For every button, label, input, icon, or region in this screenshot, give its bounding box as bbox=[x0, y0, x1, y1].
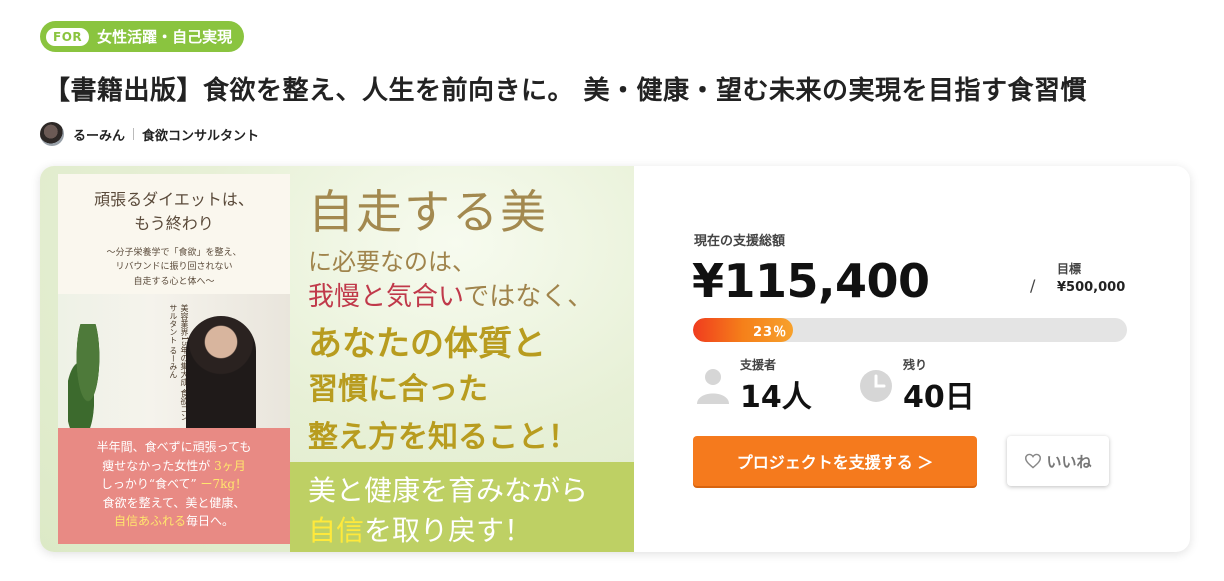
author-info[interactable]: るーみん 食欲コンサルタント bbox=[40, 121, 259, 147]
hero-text-part: を取り戻す！ bbox=[364, 514, 533, 547]
book-title: 頑張るダイエットは、 もう終わり bbox=[58, 188, 290, 236]
pink-highlight: 自信あふれる bbox=[113, 514, 186, 529]
author-divider bbox=[133, 128, 135, 140]
funding-panel: 現在の支援総額 ¥115,400 / 目標 ¥500,000 23％ 支援者 1… bbox=[634, 166, 1190, 552]
like-label: いいね bbox=[1046, 453, 1092, 471]
progress-bar: 23％ bbox=[693, 318, 1127, 342]
pink-text-part: 毎日へ。 bbox=[186, 514, 235, 529]
book-cover: 頑張るダイエットは、 もう終わり 〜分子栄養学で「食欲」を整え、 リバウンドに振… bbox=[58, 174, 290, 544]
like-button[interactable]: いいね bbox=[1007, 436, 1109, 486]
book-subtitle-line: 自走する心と体へ〜 bbox=[133, 276, 215, 287]
book-pink-band: 半年間、食べずに頑張っても 痩せなかった女性が 3ヶ月 しっかり“食べて” ー7… bbox=[58, 428, 290, 544]
goal-label: 目標 bbox=[1057, 262, 1082, 276]
plant-image bbox=[68, 324, 108, 434]
goal-value: ¥500,000 bbox=[1057, 280, 1126, 295]
pink-text-part: 痩せなかった女性が bbox=[102, 458, 211, 473]
book-title-line: 頑張るダイエットは、 bbox=[94, 190, 254, 209]
remaining-value: 40日 bbox=[903, 380, 975, 415]
book-vertical-text: 美容業界15年の集大成 食欲コンサルタント るーみん bbox=[168, 304, 189, 421]
book-title-line: もう終わり bbox=[134, 214, 214, 233]
for-badge: FOR bbox=[46, 27, 90, 46]
project-card: 頑張るダイエットは、 もう終わり 〜分子栄養学で「食欲」を整え、 リバウンドに振… bbox=[40, 166, 1190, 552]
hero-line: 美と健康を育みながら bbox=[308, 474, 589, 507]
hero-headline: 自走する美 bbox=[308, 185, 548, 239]
hero-line: あなたの体質と bbox=[308, 324, 546, 364]
supporters-value: 14人 bbox=[740, 380, 812, 415]
clock-icon bbox=[860, 370, 892, 402]
book-pink-text: 半年間、食べずに頑張っても 痩せなかった女性が 3ヶ月 しっかり“食べて” ー7… bbox=[64, 438, 284, 531]
author-name[interactable]: るーみん bbox=[73, 125, 125, 144]
category-label: 女性活躍・自己実現 bbox=[97, 28, 233, 46]
total-label: 現在の支援総額 bbox=[694, 234, 786, 249]
pink-line: 半年間、食べずに頑張っても bbox=[96, 440, 252, 454]
hero-image: 頑張るダイエットは、 もう終わり 〜分子栄養学で「食欲」を整え、 リバウンドに振… bbox=[40, 166, 634, 552]
pink-text-part: しっかり“食べて” bbox=[100, 477, 197, 492]
hero-highlight: 自信 bbox=[308, 514, 365, 547]
pink-highlight: ー7kg！ bbox=[200, 477, 248, 492]
project-title: 【書籍出版】食欲を整え、人生を前向きに。 美・健康・望む未来の実現を目指す食習慣 bbox=[44, 76, 1088, 106]
supporters-label: 支援者 bbox=[740, 358, 777, 372]
author-role: 食欲コンサルタント bbox=[142, 128, 260, 144]
category-tag[interactable]: FOR 女性活躍・自己実現 bbox=[40, 21, 245, 52]
person-icon bbox=[697, 369, 729, 404]
hero-text-part: ではなく、 bbox=[463, 282, 594, 312]
pink-line: 痩せなかった女性が 3ヶ月 bbox=[64, 457, 284, 476]
hero-line: 整え方を知ること！ bbox=[308, 420, 578, 455]
pink-line: しっかり“食べて” ー7kg！ bbox=[64, 475, 284, 494]
pink-line: 自信あふれる毎日へ。 bbox=[64, 512, 284, 531]
hero-highlight: 我慢と気合い bbox=[308, 282, 464, 312]
hero-line: 習慣に合った bbox=[308, 372, 488, 407]
heart-icon bbox=[1025, 453, 1042, 469]
avatar[interactable] bbox=[40, 122, 64, 146]
hero-line: に必要なのは、 bbox=[308, 248, 476, 276]
hero-line: 自信を取り戻す！ bbox=[308, 509, 532, 549]
progress-text: 23％ bbox=[753, 325, 788, 340]
goal-separator: / bbox=[1030, 276, 1036, 295]
hero-line: 我慢と気合いではなく、 bbox=[308, 276, 593, 313]
book-subtitle-line: 〜分子栄養学で「食欲」を整え、 bbox=[106, 248, 242, 258]
support-project-button[interactable]: プロジェクトを支援する ＞ bbox=[693, 436, 977, 486]
book-subtitle: 〜分子栄養学で「食欲」を整え、 リバウンドに振り回されない 自走する心と体へ〜 bbox=[58, 246, 290, 289]
pink-line: 食欲を整えて、美と健康、 bbox=[102, 495, 246, 510]
pink-highlight: 3ヶ月 bbox=[214, 458, 246, 473]
book-subtitle-line: リバウンドに振り回されない bbox=[115, 262, 233, 273]
remaining-label: 残り bbox=[903, 358, 928, 372]
author-photo bbox=[186, 316, 256, 434]
funding-amount: ¥115,400 bbox=[692, 254, 930, 308]
